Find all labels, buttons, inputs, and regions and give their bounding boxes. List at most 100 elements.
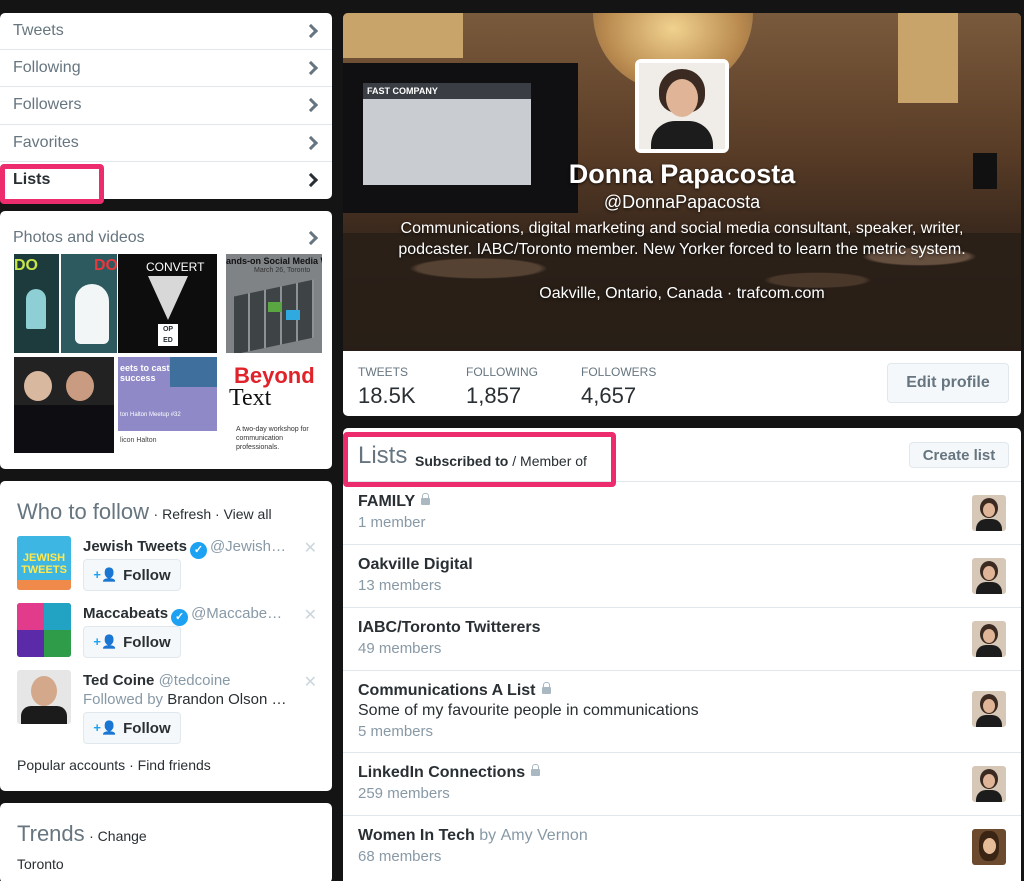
profile-handle: @DonnaPapacosta bbox=[603, 192, 761, 212]
tab-subscribed-to[interactable]: Subscribed to bbox=[415, 453, 508, 469]
list-member-count[interactable]: 49 members bbox=[358, 640, 1006, 657]
avatar[interactable] bbox=[17, 670, 71, 724]
photo-thumb-text: A two-day workshop for communication pro… bbox=[236, 426, 309, 451]
find-friends-link[interactable]: Find friends bbox=[138, 757, 211, 773]
list-item[interactable]: FAMILY 1 member bbox=[343, 482, 1021, 545]
lists-title: Lists bbox=[358, 442, 408, 469]
chevron-right-icon bbox=[303, 98, 319, 113]
tab-member-of[interactable]: Member of bbox=[520, 453, 587, 469]
avatar-block bbox=[44, 630, 71, 657]
photo-thumb[interactable]: eets to cast success ton Halton Meetup #… bbox=[118, 357, 217, 453]
photo-thumb[interactable]: DO bbox=[61, 254, 117, 353]
photo-thumb[interactable] bbox=[14, 357, 114, 453]
nav-item-lists[interactable]: Lists bbox=[0, 162, 332, 199]
nav-item-tweets[interactable]: Tweets bbox=[0, 13, 332, 51]
list-description: Some of my favourite people in communica… bbox=[358, 702, 699, 719]
list-member-count[interactable]: 68 members bbox=[358, 848, 1006, 865]
suggestion-name[interactable]: Maccabeats ✓ @Maccabe… bbox=[83, 605, 282, 626]
follow-button[interactable]: +👤 Follow bbox=[83, 559, 181, 591]
dismiss-icon[interactable]: ✕ bbox=[304, 605, 317, 625]
dismiss-icon[interactable]: ✕ bbox=[304, 538, 317, 558]
list-member-count[interactable]: 5 members bbox=[358, 723, 1006, 740]
profile-nav: Tweets Following Followers Favorites Lis… bbox=[0, 13, 332, 199]
list-name[interactable]: Oakville Digital bbox=[358, 556, 1006, 574]
list-owner-avatar[interactable] bbox=[972, 495, 1006, 531]
nav-item-followers[interactable]: Followers bbox=[0, 87, 332, 125]
create-list-button[interactable]: Create list bbox=[909, 442, 1009, 468]
chevron-right-icon bbox=[303, 135, 319, 150]
suggestion-name[interactable]: Jewish Tweets ✓ @Jewish… bbox=[83, 538, 286, 559]
list-item[interactable]: LinkedIn Connections 259 members bbox=[343, 753, 1021, 816]
list-item[interactable]: IABC/Toronto Twitterers 49 members bbox=[343, 608, 1021, 671]
face-shape bbox=[983, 503, 995, 517]
chevron-right-icon bbox=[303, 61, 319, 76]
list-name[interactable]: FAMILY bbox=[358, 493, 1006, 511]
list-owner-avatar[interactable] bbox=[972, 558, 1006, 594]
follow-person-icon: +👤 bbox=[93, 567, 118, 582]
avatar-block bbox=[17, 603, 44, 630]
suggestion-handle: @Maccabe… bbox=[191, 605, 283, 622]
nav-item-following[interactable]: Following bbox=[0, 50, 332, 88]
change-link[interactable]: Change bbox=[98, 828, 147, 844]
face-shape bbox=[983, 838, 996, 854]
photo-inset bbox=[170, 357, 217, 387]
list-item[interactable]: Women In Tech by Amy Vernon 68 members bbox=[343, 816, 1021, 881]
list-owner-avatar[interactable] bbox=[972, 621, 1006, 657]
list-name[interactable]: Communications A List bbox=[358, 682, 1006, 700]
photo-thumb-text: CONVERT bbox=[146, 260, 205, 274]
stat-tweets[interactable]: TWEETS 18.5K bbox=[358, 365, 416, 409]
chevron-right-icon bbox=[303, 24, 319, 39]
nav-item-favorites[interactable]: Favorites bbox=[0, 125, 332, 162]
lists-tabs: Subscribed to / Member of bbox=[415, 453, 587, 469]
refresh-link[interactable]: Refresh bbox=[162, 506, 211, 522]
stat-following[interactable]: FOLLOWING 1,857 bbox=[466, 365, 538, 409]
photo-thumb[interactable]: DO bbox=[14, 254, 59, 353]
photo-thumb-text: DO bbox=[14, 257, 38, 274]
photo-thumb[interactable]: CONVERT OP ED bbox=[118, 254, 217, 353]
window-light bbox=[343, 13, 463, 58]
stat-followers[interactable]: FOLLOWERS 4,657 bbox=[581, 365, 656, 409]
list-item[interactable]: Oakville Digital 13 members bbox=[343, 545, 1021, 608]
lists-header: Lists Subscribed to / Member of Create l… bbox=[343, 428, 1021, 482]
green-key bbox=[268, 302, 282, 312]
list-owner-avatar[interactable] bbox=[972, 766, 1006, 802]
avatar-stripe bbox=[17, 580, 71, 590]
profile-avatar[interactable] bbox=[635, 59, 729, 153]
edit-profile-button[interactable]: Edit profile bbox=[887, 363, 1009, 403]
blue-key bbox=[286, 310, 300, 320]
list-owner-link[interactable]: Amy Vernon bbox=[501, 827, 588, 844]
list-item[interactable]: Communications A List Some of my favouri… bbox=[343, 671, 1021, 753]
dismiss-icon[interactable]: ✕ bbox=[304, 672, 317, 692]
photo-thumb[interactable]: Beyond Text A two-day workshop for commu… bbox=[226, 357, 322, 453]
follow-button[interactable]: +👤 Follow bbox=[83, 712, 181, 744]
trends-panel: Trends · Change Toronto bbox=[0, 803, 332, 881]
photo-thumb[interactable]: ands-on Social Media Worksh March 26, To… bbox=[226, 254, 322, 353]
list-member-count[interactable]: 1 member bbox=[358, 514, 1006, 531]
list-owner-avatar[interactable] bbox=[972, 829, 1006, 865]
suggestion-item: Maccabeats ✓ @Maccabe… ✕ +👤 Follow bbox=[17, 603, 317, 663]
who-to-follow-title: Who to follow bbox=[17, 499, 150, 524]
view-all-link[interactable]: View all bbox=[224, 506, 272, 522]
photos-header[interactable]: Photos and videos bbox=[0, 211, 332, 251]
followed-by-name[interactable]: Brandon Olson … bbox=[167, 691, 286, 708]
list-name[interactable]: LinkedIn Connections bbox=[358, 764, 1006, 782]
face-shape bbox=[983, 699, 995, 713]
list-member-count[interactable]: 259 members bbox=[358, 785, 1006, 802]
avatar-text: JEWISH TWEETS bbox=[21, 552, 67, 576]
chevron-right-icon bbox=[303, 173, 319, 188]
list-by-prefix: by bbox=[479, 827, 497, 844]
list-member-count[interactable]: 13 members bbox=[358, 577, 1006, 594]
follow-button[interactable]: +👤 Follow bbox=[83, 626, 181, 658]
avatar[interactable]: JEWISH TWEETS bbox=[17, 536, 71, 590]
list-name[interactable]: IABC/Toronto Twitterers bbox=[358, 619, 1006, 637]
list-name[interactable]: Women In Tech by Amy Vernon bbox=[358, 827, 1006, 845]
profile-website-link[interactable]: trafcom.com bbox=[737, 285, 825, 302]
list-name-text: Oakville Digital bbox=[358, 556, 473, 573]
avatar[interactable] bbox=[17, 603, 71, 657]
suggestion-name[interactable]: Ted Coine @tedcoine bbox=[83, 672, 231, 689]
profile-location: Oakville, Ontario, Canada bbox=[539, 285, 723, 302]
popular-accounts-link[interactable]: Popular accounts bbox=[17, 757, 125, 773]
who-to-follow-panel: Who to follow · Refresh · View all JEWIS… bbox=[0, 481, 332, 791]
list-owner-avatar[interactable] bbox=[972, 691, 1006, 727]
suggestion-handle: @Jewish… bbox=[209, 538, 287, 555]
